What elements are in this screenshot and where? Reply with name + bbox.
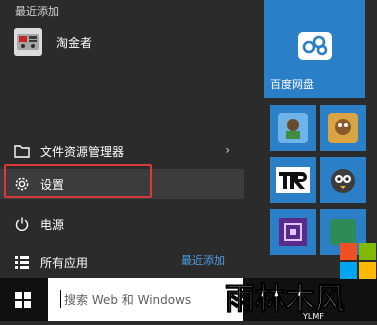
green-app-tile bbox=[330, 219, 356, 245]
chevron-right-icon: › bbox=[225, 143, 230, 157]
menu-item-label: 电源 bbox=[40, 218, 65, 232]
recent-section-title: 最近添加 bbox=[15, 5, 59, 18]
recent-app-label: 淘金者 bbox=[56, 36, 93, 50]
menu-item-label: 所有应用 bbox=[40, 256, 89, 270]
svg-text:YLMF: YLMF bbox=[302, 312, 324, 321]
tile-app-6[interactable] bbox=[270, 209, 316, 255]
list-icon bbox=[14, 254, 30, 270]
menu-item-power[interactable]: 电源 bbox=[0, 209, 244, 239]
ylmf-watermark: 雨林木风 YLMF bbox=[225, 277, 375, 322]
start-button[interactable] bbox=[0, 278, 48, 321]
tile-app-3[interactable] bbox=[320, 105, 366, 151]
text-caret bbox=[60, 290, 61, 308]
game-app-icon bbox=[14, 28, 42, 56]
search-placeholder: 搜索 Web 和 Windows bbox=[64, 293, 192, 307]
menu-item-file-explorer[interactable]: 文件资源管理器 › bbox=[0, 136, 244, 166]
search-input[interactable]: 搜索 Web 和 Windows bbox=[48, 278, 243, 321]
game-tile-2 bbox=[328, 113, 358, 143]
menu-item-label: 文件资源管理器 bbox=[40, 145, 125, 159]
game-tile-1 bbox=[278, 113, 308, 143]
tile-app-2[interactable] bbox=[270, 105, 316, 151]
tile-grid: 百度网盘 bbox=[262, 0, 377, 278]
microsoft-logo bbox=[340, 243, 376, 279]
power-icon bbox=[14, 216, 30, 232]
tile-baidu-netdisk[interactable]: 百度网盘 bbox=[264, 0, 365, 98]
bird-tile bbox=[328, 165, 358, 195]
folder-icon bbox=[14, 143, 30, 159]
settings-highlight-box bbox=[4, 164, 152, 198]
purple-app-tile bbox=[279, 218, 307, 246]
start-left-pane: 最近添加 淘金者 文件资源管理器 › 设置 电源 所有应用 最近添加 bbox=[0, 0, 262, 278]
tile-label: 百度网盘 bbox=[270, 78, 314, 91]
recent-link[interactable]: 最近添加 bbox=[181, 252, 225, 268]
recent-app-item[interactable]: 淘金者 bbox=[12, 26, 252, 58]
svg-text:雨林木风: 雨林木风 bbox=[225, 282, 345, 317]
tr-tile bbox=[276, 167, 310, 193]
windows-logo-icon bbox=[15, 292, 31, 308]
tile-app-4[interactable] bbox=[270, 157, 316, 203]
start-menu: 最近添加 淘金者 文件资源管理器 › 设置 电源 所有应用 最近添加 百度网盘 bbox=[0, 0, 377, 278]
baidu-cloud-icon bbox=[298, 32, 332, 60]
tile-app-5[interactable] bbox=[320, 157, 366, 203]
